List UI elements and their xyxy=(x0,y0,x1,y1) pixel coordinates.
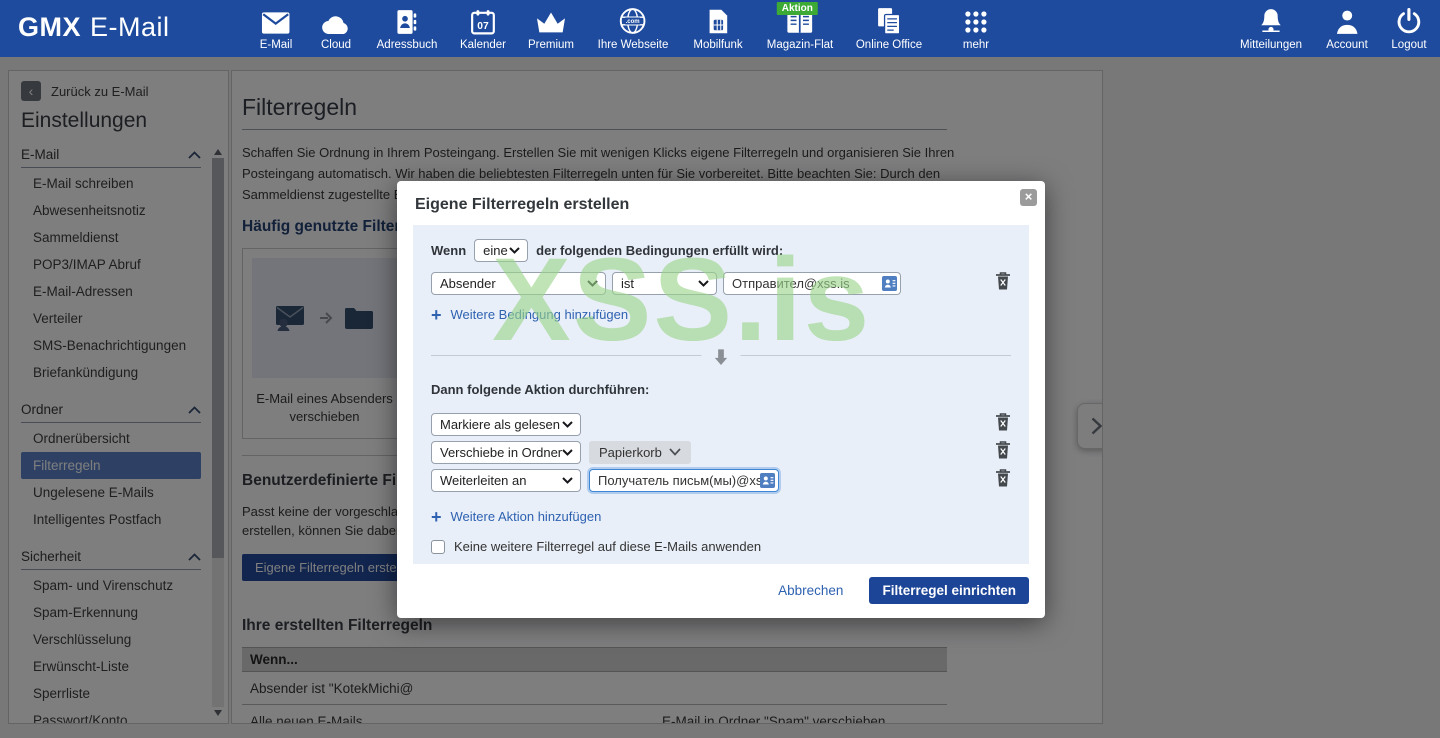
action-heading: Dann folgende Aktion durchführen: xyxy=(431,382,650,397)
delete-condition-button[interactable] xyxy=(995,271,1011,295)
cancel-button[interactable]: Abbrechen xyxy=(778,583,843,598)
trash-icon xyxy=(996,441,1010,459)
nav-item-label: Kalender xyxy=(459,39,507,51)
delete-action-button[interactable] xyxy=(995,468,1011,492)
delete-action-button[interactable] xyxy=(995,440,1011,464)
nav-item-mehr[interactable]: mehr xyxy=(963,6,989,53)
stop-processing-label: Keine weitere Filterregel auf diese E-Ma… xyxy=(454,539,762,554)
wenn-suffix: der folgenden Bedingungen erfüllt wird: xyxy=(536,243,784,258)
nav-item-account[interactable]: Account xyxy=(1326,6,1368,53)
product-name: E-Mail xyxy=(90,12,170,42)
match-mode-select[interactable]: eine xyxy=(474,239,529,262)
calendar-icon: 07 xyxy=(460,6,506,35)
top-nav: GMX E-Mail E-Mail Cloud Adressbuch 07 Kalende… xyxy=(0,0,1440,57)
nav-item-magazin-flat[interactable]: Aktion Magazin-Flat xyxy=(766,2,834,53)
trash-icon xyxy=(996,469,1010,487)
globe-icon: .com xyxy=(598,6,669,35)
nav-item-logout[interactable]: Logout xyxy=(1391,6,1427,53)
nav-item-premium[interactable]: Premium xyxy=(528,6,574,53)
filter-rule-dialog: Eigene Filterregeln erstellen × XSS.is W… xyxy=(397,181,1045,618)
condition-value-input[interactable]: Отправител@xss.is xyxy=(723,271,901,295)
nav-item-label: Magazin-Flat xyxy=(766,39,834,51)
add-condition-link[interactable]: + Weitere Bedingung hinzufügen xyxy=(431,304,1011,325)
magazine-icon: Aktion xyxy=(767,2,833,35)
dialog-title: Eigene Filterregeln erstellen xyxy=(415,196,630,213)
condition-operator-select[interactable]: ist xyxy=(612,271,717,295)
nav-item-mitteilungen[interactable]: Mitteilungen xyxy=(1240,6,1302,53)
nav-item-cloud[interactable]: Cloud xyxy=(321,6,351,53)
action-select-3[interactable]: Weiterleiten an xyxy=(431,468,581,492)
nav-item-ihre-webseite[interactable]: .com Ihre Webseite xyxy=(597,6,669,53)
cloud-icon xyxy=(321,6,351,35)
condition-action-divider xyxy=(431,347,1011,366)
svg-text:.com: .com xyxy=(626,19,640,25)
chevron-down-icon xyxy=(562,448,573,456)
contacts-icon[interactable] xyxy=(882,275,897,291)
bell-icon xyxy=(1240,6,1302,35)
forward-address-input[interactable]: Получатель письм(мы)@xss xyxy=(589,468,779,492)
trash-icon xyxy=(996,272,1010,290)
chevron-down-icon xyxy=(562,420,573,428)
nav-item-label: E-Mail xyxy=(259,39,293,51)
power-icon xyxy=(1391,6,1426,35)
office-icon xyxy=(856,6,922,35)
trash-icon xyxy=(996,413,1010,431)
plus-icon: + xyxy=(431,506,442,527)
wenn-label: Wenn xyxy=(431,243,467,258)
email-icon xyxy=(260,6,293,35)
sim-icon xyxy=(693,6,742,35)
nav-item-online-office[interactable]: Online Office xyxy=(856,6,922,53)
crown-icon xyxy=(528,6,574,35)
nav-item-label: Adressbuch xyxy=(376,39,438,51)
nav-item-label: Premium xyxy=(527,39,575,51)
addressbook-icon xyxy=(377,6,438,35)
gmx-logo[interactable]: GMX E-Mail xyxy=(18,12,170,43)
delete-action-button[interactable] xyxy=(995,412,1011,436)
filter-rule-form: Wenn eine der folgenden Bedingungen erfü… xyxy=(413,225,1029,564)
gmx-brand-text: GMX xyxy=(18,12,82,42)
nav-item-e-mail[interactable]: E-Mail xyxy=(259,6,293,53)
chevron-down-icon xyxy=(562,476,573,484)
action-select-1[interactable]: Markiere als gelesen xyxy=(431,412,581,436)
nav-item-label: Account xyxy=(1326,39,1368,51)
nav-item-label: Online Office xyxy=(855,39,923,51)
person-icon xyxy=(1326,6,1368,35)
condition-field-select[interactable]: Absender xyxy=(431,271,606,295)
target-folder-select[interactable]: Papierkorb xyxy=(589,440,691,464)
aktion-badge: Aktion xyxy=(776,2,818,15)
submit-filter-rule-button[interactable]: Filterregel einrichten xyxy=(869,577,1029,604)
action-select-2[interactable]: Verschiebe in Ordner xyxy=(431,440,581,464)
nav-item-label: Cloud xyxy=(320,39,352,51)
contacts-icon[interactable] xyxy=(760,472,775,488)
nav-item-label: Ihre Webseite xyxy=(597,39,669,51)
chevron-down-icon xyxy=(509,247,520,254)
chevron-down-icon xyxy=(669,448,681,456)
nav-item-label: Mobilfunk xyxy=(693,39,743,51)
nav-item-label: Logout xyxy=(1391,39,1427,51)
chevron-down-icon xyxy=(587,279,598,287)
add-action-link[interactable]: + Weitere Aktion hinzufügen xyxy=(431,506,1011,527)
arrow-down-icon xyxy=(701,347,741,366)
nav-item-kalender[interactable]: 07 Kalender xyxy=(460,6,506,53)
chevron-down-icon xyxy=(698,279,709,287)
nav-item-label: mehr xyxy=(962,39,990,51)
nav-item-mobilfunk[interactable]: Mobilfunk xyxy=(693,6,743,53)
close-icon[interactable]: × xyxy=(1020,189,1037,206)
svg-text:07: 07 xyxy=(477,21,489,32)
nav-item-label: Mitteilungen xyxy=(1239,39,1303,51)
nav-item-adressbuch[interactable]: Adressbuch xyxy=(376,6,438,53)
grid-icon xyxy=(963,6,989,35)
stop-processing-checkbox[interactable] xyxy=(431,539,445,554)
plus-icon: + xyxy=(431,304,442,325)
